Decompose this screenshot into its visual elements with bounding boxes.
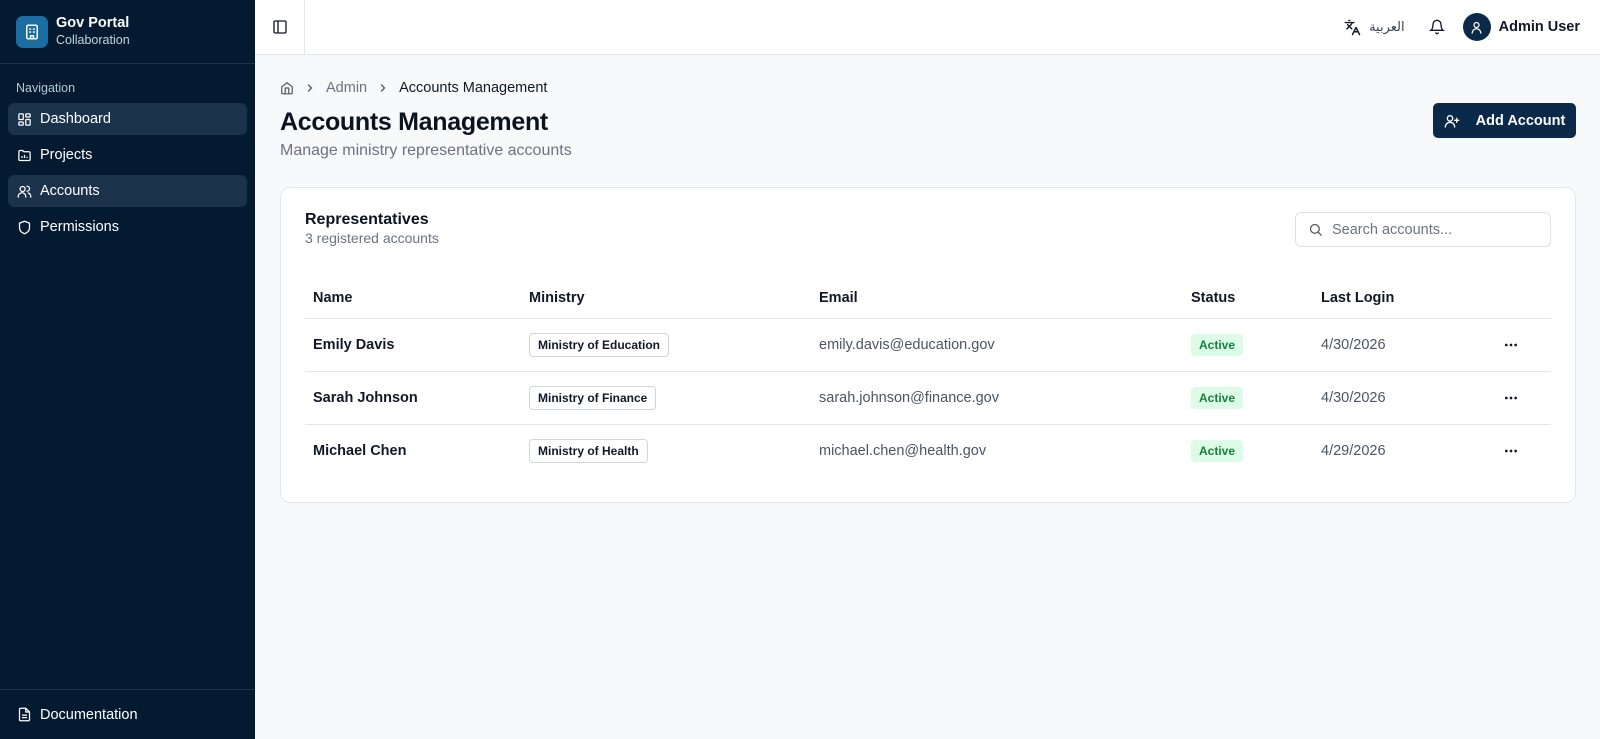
breadcrumb: Admin Accounts Management [280, 79, 1576, 97]
more-horizontal-icon [1505, 449, 1517, 453]
more-horizontal-icon [1505, 343, 1517, 346]
sidebar-item-label: Accounts [40, 183, 100, 199]
add-account-button[interactable]: Add Account [1433, 103, 1576, 138]
cell-status: Active [1183, 424, 1313, 477]
main-content: Admin Accounts Management Accounts Manag… [280, 55, 1576, 503]
ministry-badge: Ministry of Education [529, 332, 670, 357]
cell-status: Active [1183, 318, 1313, 372]
search-box [1295, 212, 1551, 247]
cell-email: sarah.johnson@finance.gov [811, 371, 1183, 425]
brand-subtitle: Collaboration [56, 32, 130, 47]
nav-heading: Navigation [16, 81, 76, 95]
chevron-right-icon [377, 82, 389, 94]
users-icon [17, 184, 32, 199]
cell-actions [1463, 318, 1551, 372]
avatar [1462, 13, 1491, 41]
column-header-name: Name [305, 278, 521, 319]
brand-title: Gov Portal [56, 14, 130, 31]
row-actions-button[interactable] [1471, 443, 1551, 459]
page-subtitle: Manage ministry representative accounts [280, 142, 572, 159]
folder-icon [17, 148, 32, 163]
table-row: Emily Davis Ministry of Education emily.… [305, 318, 1551, 372]
row-actions-button[interactable] [1471, 390, 1551, 406]
cell-actions [1463, 424, 1551, 477]
panel-left-icon [272, 19, 288, 35]
cell-last-login: 4/29/2026 [1321, 442, 1386, 459]
cell-status: Active [1183, 371, 1313, 425]
column-header-actions [1463, 278, 1551, 319]
add-account-label: Add Account [1475, 112, 1566, 129]
sidebar-footer-label: Documentation [40, 706, 138, 723]
column-header-email: Email [811, 278, 1183, 319]
breadcrumb-current: Accounts Management [399, 80, 548, 96]
table-row: Michael Chen Ministry of Health michael.… [305, 424, 1551, 477]
language-switch-button[interactable]: العربية [1344, 19, 1405, 36]
column-header-status: Status [1183, 278, 1313, 319]
file-text-icon [17, 707, 32, 722]
brand: Gov Portal Collaboration [0, 0, 255, 64]
shield-icon [17, 220, 32, 235]
row-actions-button[interactable] [1471, 337, 1551, 353]
chevron-right-icon [304, 82, 316, 94]
sidebar-toggle-button[interactable] [255, 0, 305, 54]
cell-name: Emily Davis [305, 318, 521, 372]
more-horizontal-icon [1505, 396, 1517, 399]
cell-name: Michael Chen [313, 442, 407, 459]
search-icon [1308, 222, 1323, 237]
sidebar-item-projects[interactable]: Projects [8, 139, 247, 171]
language-label: العربية [1369, 19, 1405, 34]
accounts-table: Name Ministry Email Status Last Login Em… [305, 278, 1551, 477]
table-header-row: Name Ministry Email Status Last Login [305, 278, 1551, 319]
user-plus-icon [1444, 113, 1460, 129]
status-badge: Active [1191, 386, 1244, 409]
cell-ministry: Ministry of Education [521, 318, 811, 372]
user-menu[interactable]: Admin User [1462, 13, 1580, 41]
ministry-badge: Ministry of Finance [529, 385, 657, 410]
breadcrumb-admin-link[interactable]: Admin [326, 80, 367, 96]
sidebar-item-permissions[interactable]: Permissions [8, 211, 247, 243]
status-badge: Active [1191, 439, 1244, 462]
cell-last-login: 4/30/2026 [1313, 371, 1463, 425]
topbar: العربية Admin User [255, 0, 1600, 55]
status-badge: Active [1191, 333, 1244, 356]
user-icon [1471, 21, 1482, 34]
ministry-badge: Ministry of Health [529, 438, 648, 463]
column-header-ministry: Ministry [521, 278, 811, 319]
representatives-card: Representatives 3 registered accounts Na… [280, 187, 1576, 503]
translate-icon [1344, 19, 1361, 36]
sidebar-item-label: Projects [40, 147, 93, 163]
card-title: Representatives [305, 211, 429, 228]
table-row: Sarah Johnson Ministry of Finance sarah.… [305, 371, 1551, 425]
cell-actions [1463, 371, 1551, 425]
home-icon[interactable] [280, 81, 294, 95]
cell-name: Sarah Johnson [305, 371, 521, 425]
search-input[interactable] [1332, 221, 1532, 238]
sidebar-item-dashboard[interactable]: Dashboard [8, 103, 247, 135]
sidebar-item-label: Dashboard [40, 111, 111, 127]
card-subtitle: 3 registered accounts [305, 230, 439, 246]
building-icon [16, 15, 48, 48]
notifications-button[interactable] [1428, 19, 1445, 35]
column-header-last-login: Last Login [1313, 278, 1463, 319]
user-name: Admin User [1498, 19, 1580, 35]
sidebar-item-label: Permissions [40, 219, 119, 235]
cell-email: emily.davis@education.gov [811, 318, 1183, 372]
sidebar-item-accounts[interactable]: Accounts [8, 175, 247, 207]
bell-icon [1428, 19, 1445, 35]
cell-ministry: Ministry of Finance [521, 371, 811, 425]
cell-email: michael.chen@health.gov [819, 442, 987, 459]
dashboard-icon [17, 112, 32, 127]
cell-last-login: 4/30/2026 [1313, 318, 1463, 372]
sidebar: Gov Portal Collaboration Navigation Dash… [0, 0, 255, 739]
cell-ministry: Ministry of Health [521, 424, 811, 477]
sidebar-item-documentation[interactable]: Documentation [0, 689, 255, 739]
page-title: Accounts Management [280, 108, 548, 136]
